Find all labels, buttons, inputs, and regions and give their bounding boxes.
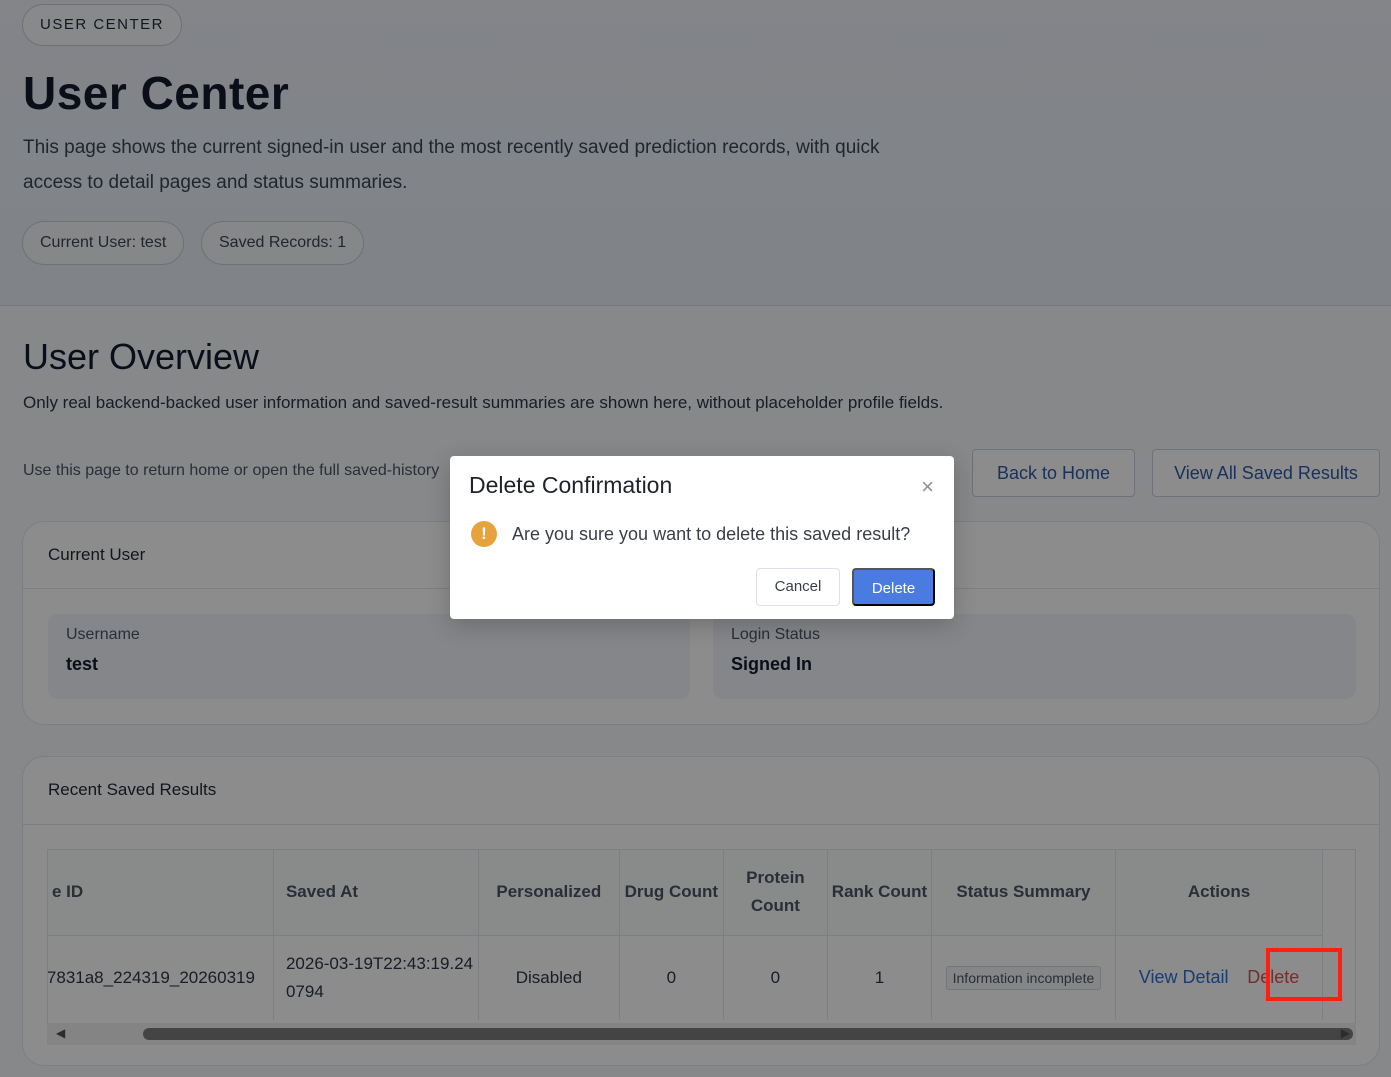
delete-confirmation-dialog: Delete Confirmation × ! Are you sure you… [450,456,954,619]
dialog-title: Delete Confirmation [469,472,673,498]
highlight-box [1266,948,1342,1001]
close-icon[interactable]: × [921,476,934,498]
dialog-message: Are you sure you want to delete this sav… [512,524,911,544]
cancel-button[interactable]: Cancel [756,568,840,606]
warning-icon: ! [471,521,497,547]
confirm-delete-button[interactable]: Delete [852,568,935,606]
